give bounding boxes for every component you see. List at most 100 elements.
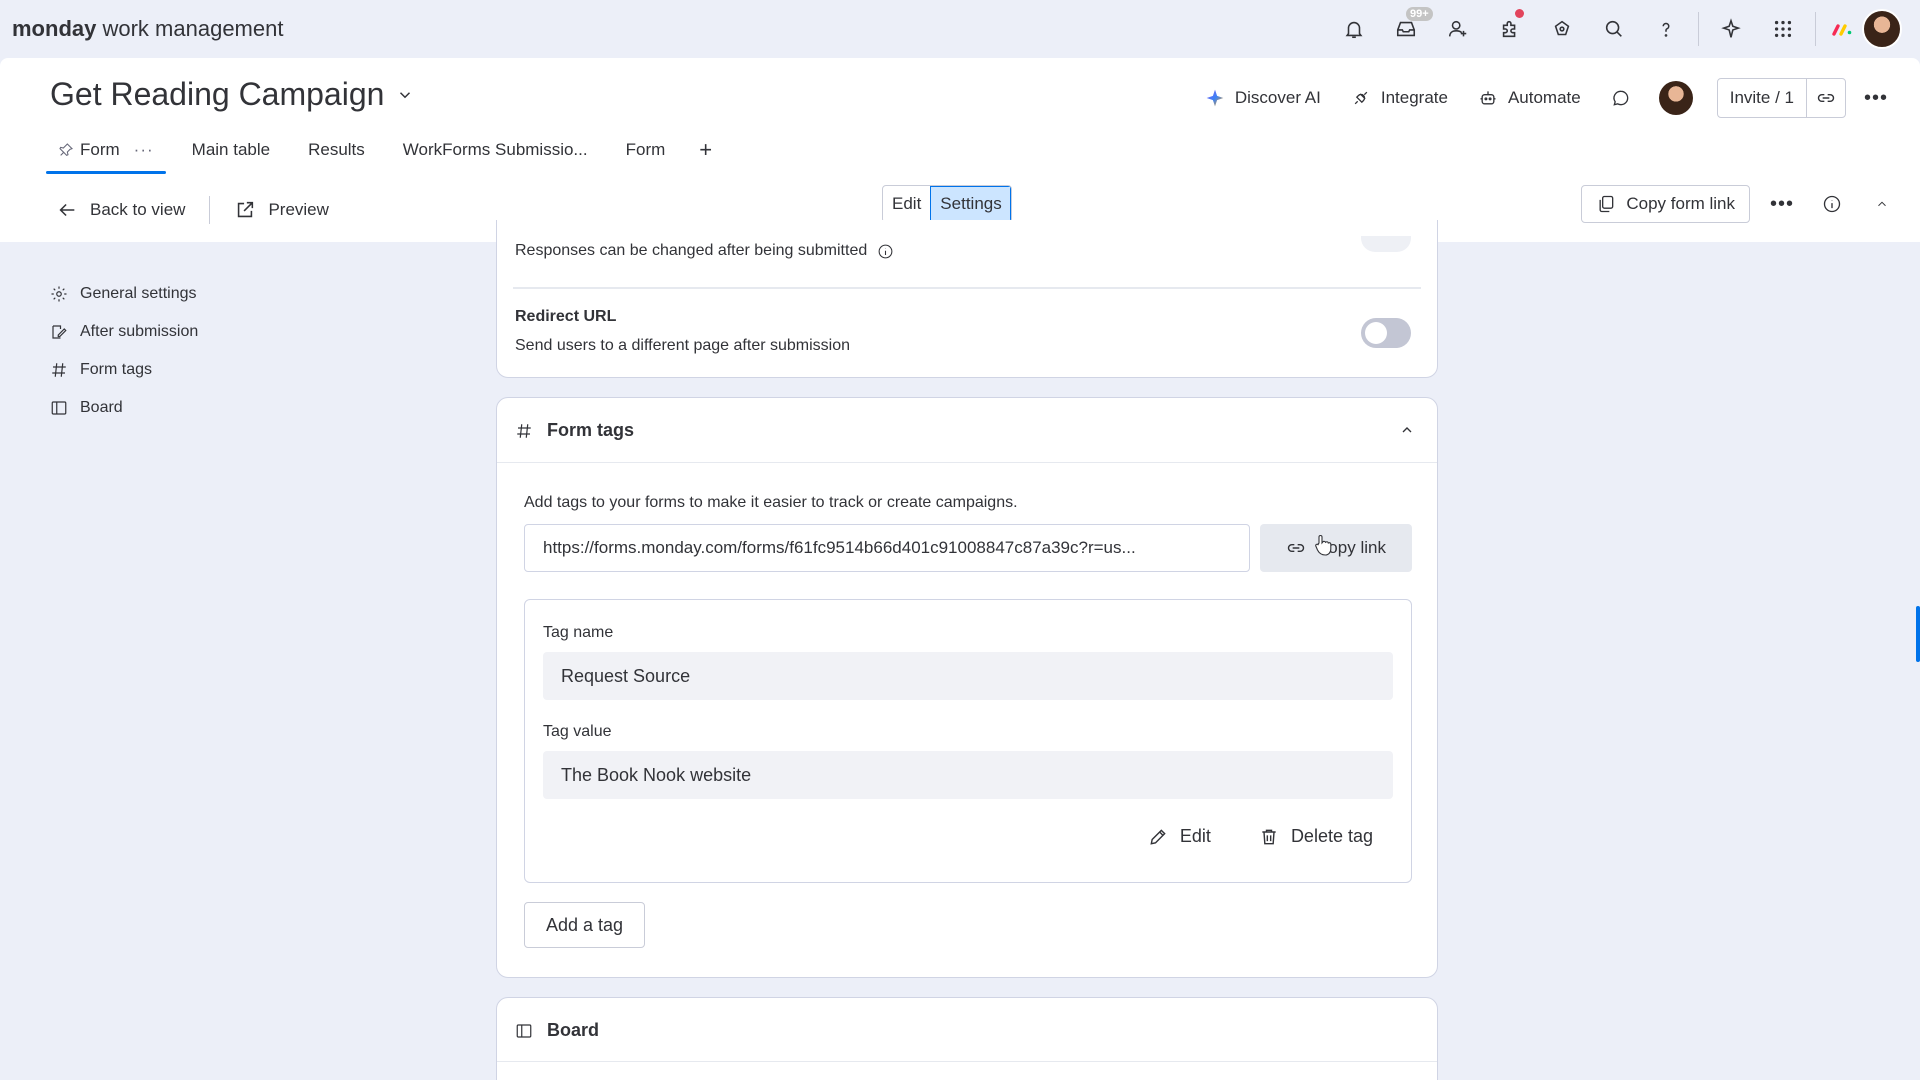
info-button[interactable] — [1814, 185, 1850, 223]
ai-assistant-button[interactable] — [1705, 0, 1757, 58]
edit-label: Edit — [1179, 826, 1211, 846]
invite-members-button[interactable] — [1432, 0, 1484, 58]
gear-icon — [51, 286, 67, 302]
question-mark-icon — [1662, 22, 1670, 37]
sidebar-item-label: Form tags — [80, 361, 153, 378]
edit-note-icon — [52, 325, 67, 339]
add-tag-button[interactable]: Add a tag — [524, 902, 645, 948]
sidebar-item-general-settings[interactable]: General settings — [50, 275, 198, 313]
collapse-header-button[interactable] — [1864, 185, 1900, 223]
hash-icon — [52, 363, 66, 377]
inbox-icon — [1396, 21, 1416, 37]
add-view-button[interactable]: + — [691, 130, 720, 170]
more-icon: ••• — [1863, 86, 1888, 109]
link-icon — [1817, 93, 1835, 103]
sidebar-item-form-tags[interactable]: Form tags — [50, 351, 198, 389]
delete-tag-button[interactable]: Delete tag — [1259, 826, 1373, 847]
brand-bold: monday — [12, 16, 97, 41]
tab-label: Form — [80, 140, 120, 159]
chevron-up-icon — [1402, 427, 1412, 433]
tab-options-icon[interactable]: ··· — [134, 140, 154, 160]
edit-tag-button[interactable]: Edit — [1148, 826, 1211, 847]
form-tags-header[interactable]: Form tags — [515, 420, 634, 441]
sidebar-item-label: General settings — [80, 285, 197, 302]
settings-mode-button[interactable]: Settings — [930, 186, 1011, 222]
copy-board-link-button[interactable] — [1807, 79, 1845, 117]
notification-dot — [1515, 9, 1524, 18]
automate-button[interactable]: Automate — [1466, 78, 1593, 118]
board-icon — [516, 1023, 532, 1038]
puzzle-icon — [1502, 20, 1516, 38]
robot-icon — [1480, 91, 1496, 105]
preview-button[interactable]: Preview — [234, 190, 329, 230]
edit-settings-toggle: Edit Settings — [882, 185, 1012, 223]
tab-workforms-submissions[interactable]: WorkForms Submissio... — [391, 130, 600, 170]
tab-main-table[interactable]: Main table — [180, 130, 282, 170]
toolbar-right: Copy form link ••• — [1581, 185, 1900, 223]
more-options-button[interactable]: ••• — [1852, 78, 1900, 118]
edit-mode-button[interactable]: Edit — [883, 186, 930, 222]
view-tabs: Form ··· Main table Results WorkForms Su… — [46, 130, 720, 174]
updates-button[interactable] — [1599, 78, 1643, 118]
inbox-badge: 99+ — [1406, 7, 1433, 21]
search-button[interactable] — [1588, 0, 1640, 58]
toolbar-more-button[interactable]: ••• — [1764, 185, 1800, 223]
tab-form-2[interactable]: Form — [614, 130, 678, 170]
back-to-view-button[interactable]: Back to view — [56, 190, 185, 230]
tagged-url-field[interactable]: https://forms.monday.com/forms/f61fc9514… — [524, 524, 1250, 572]
board-owner-avatar[interactable] — [1658, 81, 1693, 115]
redirect-url-toggle[interactable] — [1361, 318, 1411, 348]
brand-logo[interactable]: monday work management — [12, 16, 283, 42]
integrate-button[interactable]: Integrate — [1339, 78, 1460, 118]
info-icon[interactable] — [877, 243, 894, 260]
sidebar-item-board[interactable]: Board — [50, 389, 198, 427]
collapse-section-button[interactable] — [1399, 422, 1415, 443]
toolbar-left: Back to view Preview — [56, 190, 329, 230]
divider — [513, 287, 1421, 289]
responses-editable-toggle[interactable] — [1361, 236, 1411, 252]
redirect-url-description: Send users to a different page after sub… — [515, 337, 851, 354]
ai-sparkle-icon — [1206, 89, 1224, 107]
sidebar-item-after-submission[interactable]: After submission — [50, 313, 198, 351]
user-avatar[interactable] — [1862, 9, 1902, 49]
board-title[interactable]: Get Reading Campaign — [50, 76, 414, 113]
divider — [1815, 12, 1816, 46]
pencil-icon — [1150, 828, 1166, 845]
pin-icon — [59, 143, 73, 156]
tag-name-field[interactable]: Request Source — [543, 652, 1393, 700]
tab-label: Results — [308, 140, 365, 159]
team-icon — [1554, 20, 1570, 36]
notifications-button[interactable] — [1328, 0, 1380, 58]
feedback-button[interactable] — [1536, 0, 1588, 58]
tab-results[interactable]: Results — [296, 130, 377, 170]
tab-label: Form — [625, 140, 666, 159]
grid-icon — [1774, 20, 1792, 38]
tag-actions: Edit Delete tag — [1148, 826, 1373, 847]
redirect-url-title: Redirect URL — [515, 308, 617, 325]
tab-label: Main table — [191, 140, 271, 159]
tab-form[interactable]: Form ··· — [46, 130, 166, 174]
product-switcher-button[interactable] — [1757, 0, 1809, 58]
help-button[interactable] — [1640, 0, 1692, 58]
back-label: Back to view — [90, 200, 186, 219]
more-icon: ••• — [1769, 192, 1794, 215]
sparkle-icon — [1721, 18, 1741, 38]
copy-link-button[interactable]: Copy link — [1260, 524, 1412, 572]
after-submission-card: Responses can be changed after being sub… — [496, 220, 1438, 378]
inbox-button[interactable]: 99+ — [1380, 0, 1433, 58]
tag-value-label: Tag value — [543, 723, 612, 740]
monday-logo-icon — [1822, 0, 1862, 58]
discover-ai-button[interactable]: Discover AI — [1193, 78, 1333, 118]
header-actions: Discover AI Integrate Automate Invite / … — [1193, 78, 1900, 118]
tag-value-field[interactable]: The Book Nook website — [543, 751, 1393, 799]
arrow-left-icon — [59, 203, 75, 217]
board-header-row[interactable]: Board — [515, 1020, 599, 1041]
settings-sidebar: General settings After submission Form t… — [50, 275, 198, 427]
bell-icon — [1345, 21, 1363, 39]
mouse-cursor-icon — [1315, 535, 1332, 556]
scrollbar-thumb[interactable] — [1916, 606, 1920, 662]
tag-name-label: Tag name — [543, 624, 614, 641]
invite-button[interactable]: Invite / 1 — [1718, 79, 1807, 117]
apps-marketplace-button[interactable] — [1484, 0, 1536, 58]
copy-form-link-button[interactable]: Copy form link — [1581, 185, 1750, 223]
